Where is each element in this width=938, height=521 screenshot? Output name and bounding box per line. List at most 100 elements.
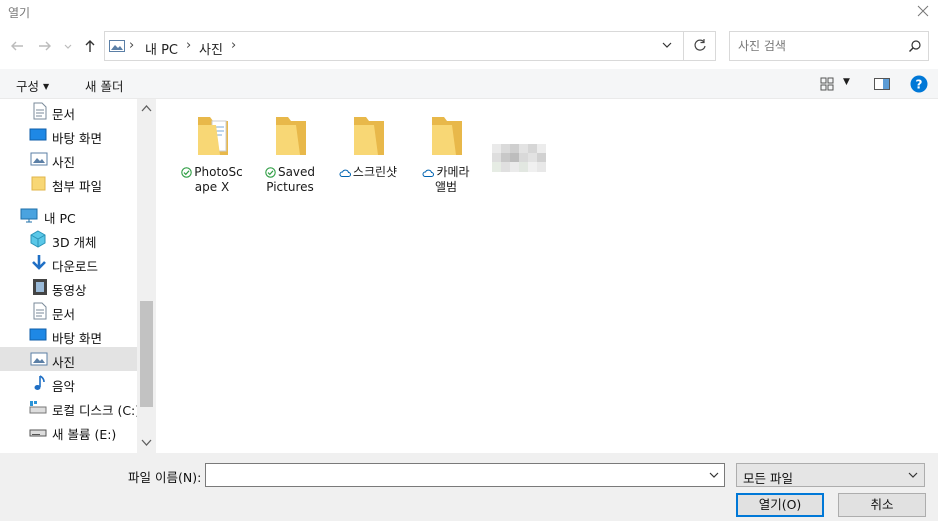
- close-button[interactable]: [908, 0, 938, 24]
- file-name-line1: 스크린샷: [352, 165, 398, 179]
- nav-item-local-disk-c[interactable]: 로컬 디스크 (C:): [0, 395, 140, 419]
- scroll-down-icon[interactable]: [141, 439, 152, 447]
- breadcrumb-separator: ›: [186, 38, 192, 53]
- arrow-right-icon: [39, 41, 51, 51]
- folder-with-docs-icon: [198, 117, 228, 155]
- back-button[interactable]: [9, 38, 27, 56]
- address-history-icon[interactable]: [661, 39, 673, 51]
- nav-item-label: 첨부 파일: [52, 179, 102, 194]
- nav-item-music[interactable]: 음악: [0, 371, 137, 395]
- filename-label: 파일 이름(N):: [128, 470, 202, 485]
- file-name: 카메라 앨범: [408, 165, 484, 195]
- nav-item-attachments[interactable]: 첨부 파일: [0, 171, 137, 195]
- view-options-dropdown-icon[interactable]: ▼: [843, 77, 850, 87]
- command-toolbar: 구성 ▼ 새 폴더 ▼ ?: [0, 69, 938, 99]
- nav-item-label: 음악: [52, 379, 76, 394]
- document-icon: [33, 302, 47, 320]
- navigation-pane[interactable]: 문서 바탕 화면 사진 첨부 파일 내 PC 3D 개체 다운로드 동영상 문서…: [0, 99, 156, 453]
- file-list[interactable]: PhotoSc ape X Saved Pictures 스크린샷 카메라 앨범: [157, 99, 938, 453]
- nav-item-pictures[interactable]: 사진: [0, 147, 137, 171]
- folder-icon: [432, 117, 462, 155]
- open-file-dialog: 열기 › 내 PC › 사진 › 사진 검색 구성 ▼ 새 폴더 ▼ ? 문서 …: [0, 0, 938, 521]
- file-name-line1: PhotoSc: [194, 165, 243, 179]
- nav-item-volume-e[interactable]: 새 볼륨 (E:): [0, 419, 137, 443]
- blurred-thumbnail[interactable]: [492, 144, 546, 172]
- address-divider: [683, 32, 684, 60]
- file-item-saved-pictures[interactable]: Saved Pictures: [252, 109, 328, 194]
- help-icon[interactable]: ?: [910, 75, 928, 93]
- search-box[interactable]: [729, 31, 929, 61]
- nav-item-label: 다운로드: [52, 259, 99, 274]
- file-name-line2: ape X: [194, 180, 230, 194]
- search-input[interactable]: [738, 38, 898, 54]
- recent-locations-button[interactable]: [63, 38, 73, 56]
- nav-item-label: 내 PC: [44, 211, 76, 226]
- nav-item-documents[interactable]: 문서: [0, 99, 137, 123]
- navigation-row: › 내 PC › 사진 ›: [0, 30, 938, 64]
- search-icon[interactable]: [908, 39, 922, 53]
- nav-item-label: 사진: [52, 355, 76, 370]
- synced-check-icon: [265, 167, 276, 178]
- nav-item-3d-objects[interactable]: 3D 개체: [0, 227, 137, 251]
- open-button[interactable]: 열기(O): [736, 493, 824, 517]
- title-bar: 열기: [0, 0, 938, 24]
- filename-combobox[interactable]: [205, 463, 725, 487]
- cancel-button[interactable]: 취소: [838, 493, 926, 517]
- synced-check-icon: [181, 167, 193, 178]
- forward-button[interactable]: [37, 38, 55, 56]
- filename-input[interactable]: [210, 467, 700, 483]
- desktop-icon: [29, 128, 47, 141]
- download-icon: [32, 255, 46, 270]
- address-bar[interactable]: › 내 PC › 사진 ›: [104, 31, 716, 61]
- folder-icon: [31, 176, 46, 191]
- pictures-icon: [109, 40, 125, 52]
- scroll-thumb[interactable]: [140, 301, 153, 407]
- nav-item-label: 사진: [52, 155, 76, 170]
- new-folder-button[interactable]: 새 폴더: [85, 76, 123, 95]
- refresh-icon[interactable]: [693, 38, 707, 52]
- breadcrumb-separator: ›: [129, 38, 135, 53]
- file-item-screenshots[interactable]: 스크린샷: [330, 109, 406, 189]
- cube-icon: [30, 230, 46, 248]
- folder-icon: [276, 117, 306, 155]
- preview-pane-icon[interactable]: [874, 77, 890, 91]
- chevron-down-icon: [908, 472, 918, 478]
- file-item-photoscape-x[interactable]: PhotoSc ape X: [174, 109, 250, 194]
- nav-item-desktop[interactable]: 바탕 화면: [0, 123, 137, 147]
- nav-item-documents-2[interactable]: 문서: [0, 299, 137, 323]
- nav-item-label: 새 볼륨 (E:): [52, 427, 117, 442]
- organize-button[interactable]: 구성 ▼: [16, 76, 49, 95]
- nav-item-label: 바탕 화면: [52, 131, 102, 146]
- file-type-select[interactable]: 모든 파일: [736, 463, 925, 487]
- breadcrumb-separator: ›: [231, 38, 237, 53]
- nav-item-desktop-2[interactable]: 바탕 화면: [0, 323, 137, 347]
- pictures-icon: [30, 152, 48, 166]
- breadcrumb-my-pc[interactable]: 내 PC: [145, 39, 178, 58]
- nav-item-label: 문서: [52, 307, 76, 322]
- window-title: 열기: [8, 6, 31, 20]
- pc-icon: [20, 208, 38, 223]
- nav-item-videos[interactable]: 동영상: [0, 275, 137, 299]
- scroll-up-icon[interactable]: [141, 104, 152, 112]
- desktop-icon: [29, 328, 47, 341]
- nav-item-pictures-2[interactable]: 사진: [0, 347, 137, 371]
- cloud-icon: [422, 169, 435, 177]
- nav-item-label: 바탕 화면: [52, 331, 102, 346]
- file-name: PhotoSc ape X: [174, 165, 250, 195]
- nav-item-my-pc[interactable]: 내 PC: [0, 203, 137, 227]
- nav-item-downloads[interactable]: 다운로드: [0, 251, 137, 275]
- file-name-line1: 카메라: [436, 165, 470, 179]
- chevron-down-icon[interactable]: [708, 470, 720, 480]
- nav-scrollbar[interactable]: [137, 99, 156, 453]
- arrow-left-icon: [11, 41, 23, 51]
- document-icon: [33, 102, 47, 120]
- cloud-icon: [339, 169, 351, 177]
- nav-item-label: 동영상: [52, 283, 87, 298]
- file-type-value: 모든 파일: [743, 471, 793, 486]
- up-button[interactable]: [82, 38, 100, 56]
- file-name: Saved Pictures: [252, 165, 328, 195]
- breadcrumb-pictures[interactable]: 사진: [199, 39, 223, 58]
- file-item-camera-album[interactable]: 카메라 앨범: [408, 109, 484, 194]
- view-options-icon[interactable]: [820, 77, 834, 91]
- drive-icon: [29, 401, 47, 414]
